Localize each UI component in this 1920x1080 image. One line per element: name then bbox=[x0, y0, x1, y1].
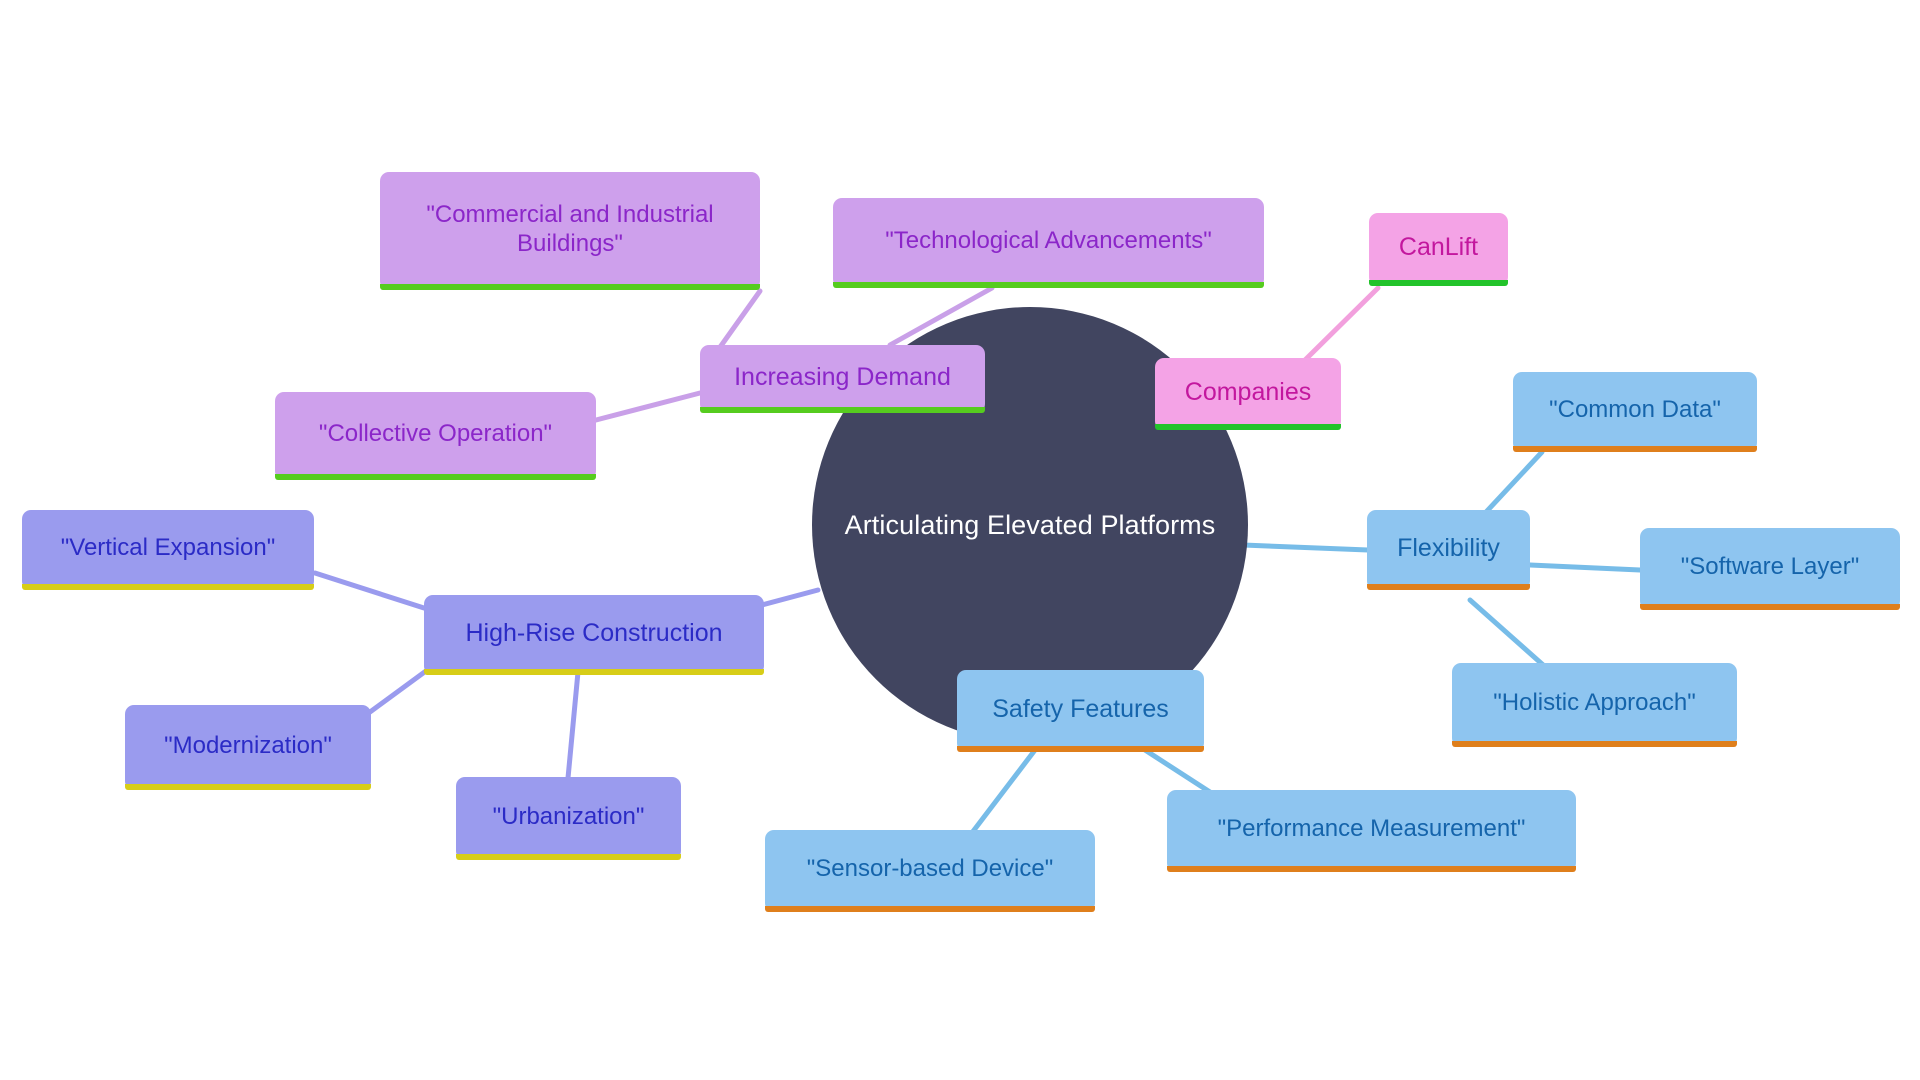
node-collective-operation[interactable]: "Collective Operation" bbox=[275, 392, 596, 480]
node-commercial-industrial-buildings-label: "Commercial and Industrial Buildings" bbox=[426, 200, 714, 257]
node-holistic-approach-label: "Holistic Approach" bbox=[1493, 689, 1696, 717]
node-technological-advancements[interactable]: "Technological Advancements" bbox=[833, 198, 1264, 288]
node-modernization[interactable]: "Modernization" bbox=[125, 705, 371, 790]
node-layer: Articulating Elevated Platforms Increasi… bbox=[0, 0, 1920, 1080]
node-safety-features-label: Safety Features bbox=[992, 694, 1169, 723]
node-software-layer[interactable]: "Software Layer" bbox=[1640, 528, 1900, 610]
node-vertical-expansion[interactable]: "Vertical Expansion" bbox=[22, 510, 314, 590]
node-flexibility-label: Flexibility bbox=[1397, 533, 1500, 562]
node-increasing-demand[interactable]: Increasing Demand bbox=[700, 345, 985, 413]
node-common-data[interactable]: "Common Data" bbox=[1513, 372, 1757, 452]
node-canlift-label: CanLift bbox=[1398, 233, 1479, 262]
node-vertical-expansion-label: "Vertical Expansion" bbox=[60, 534, 276, 562]
node-companies-label: Companies bbox=[1184, 377, 1312, 406]
node-software-layer-label: "Software Layer" bbox=[1680, 553, 1860, 581]
node-collective-operation-label: "Collective Operation" bbox=[318, 420, 553, 448]
node-sensor-based-device[interactable]: "Sensor-based Device" bbox=[765, 830, 1095, 912]
node-common-data-label: "Common Data" bbox=[1549, 396, 1721, 424]
node-holistic-approach[interactable]: "Holistic Approach" bbox=[1452, 663, 1737, 747]
node-urbanization[interactable]: "Urbanization" bbox=[456, 777, 681, 860]
node-canlift[interactable]: CanLift bbox=[1369, 213, 1508, 286]
node-safety-features[interactable]: Safety Features bbox=[957, 670, 1204, 752]
node-urbanization-label: "Urbanization" bbox=[492, 802, 645, 830]
node-modernization-label: "Modernization" bbox=[164, 731, 332, 759]
node-performance-measurement[interactable]: "Performance Measurement" bbox=[1167, 790, 1576, 872]
node-technological-advancements-label: "Technological Advancements" bbox=[885, 227, 1212, 255]
node-commercial-industrial-buildings[interactable]: "Commercial and Industrial Buildings" bbox=[380, 172, 760, 290]
node-performance-measurement-label: "Performance Measurement" bbox=[1217, 815, 1526, 843]
mindmap-canvas: Articulating Elevated Platforms Increasi… bbox=[0, 0, 1920, 1080]
root-node-label: Articulating Elevated Platforms bbox=[844, 509, 1216, 540]
node-flexibility[interactable]: Flexibility bbox=[1367, 510, 1530, 590]
node-companies[interactable]: Companies bbox=[1155, 358, 1341, 430]
node-high-rise-construction-label: High-Rise Construction bbox=[465, 618, 723, 647]
node-sensor-based-device-label: "Sensor-based Device" bbox=[806, 855, 1054, 883]
node-increasing-demand-label: Increasing Demand bbox=[734, 362, 951, 391]
node-high-rise-construction[interactable]: High-Rise Construction bbox=[424, 595, 764, 675]
